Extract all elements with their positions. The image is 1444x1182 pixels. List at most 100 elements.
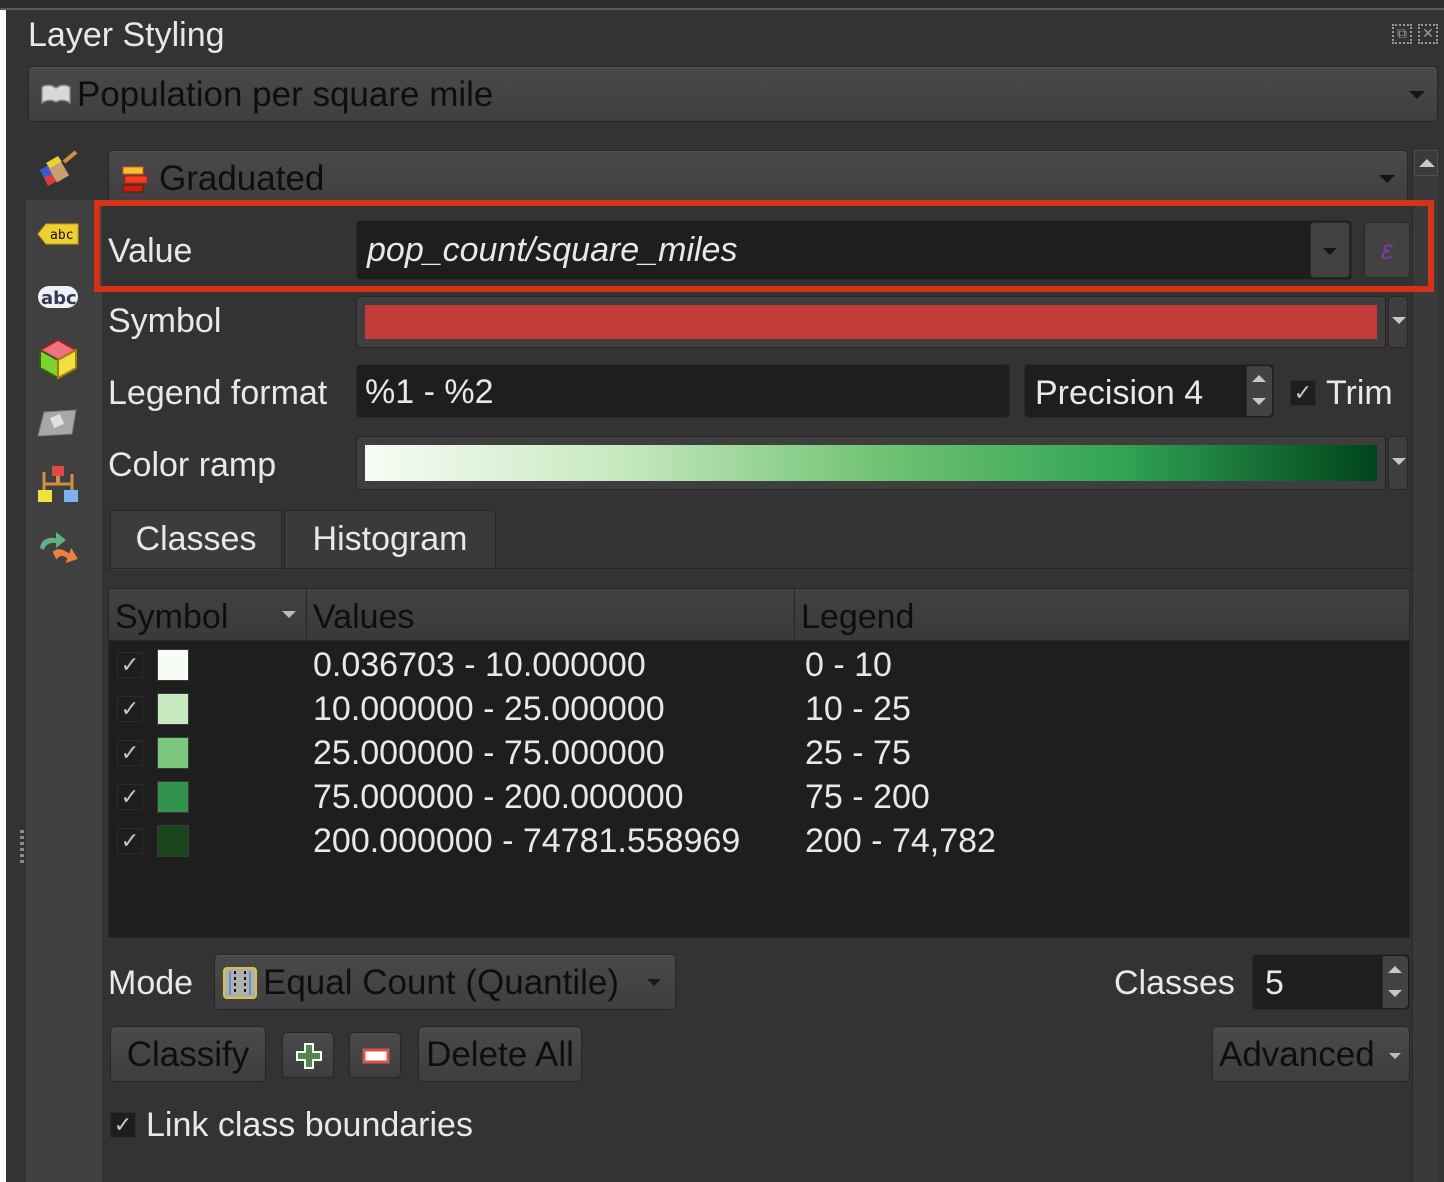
cube-icon[interactable] (36, 336, 80, 380)
delete-all-button[interactable]: Delete All (418, 1026, 582, 1082)
symbol-label: Symbol (108, 302, 222, 340)
table-row[interactable]: ✓ 0.036703 - 10.000000 0 - 10 (109, 643, 1409, 687)
quantile-icon (223, 967, 257, 999)
add-class-button[interactable] (282, 1032, 334, 1078)
legend-format-label: Legend format (108, 374, 328, 412)
classify-button[interactable]: Classify (110, 1026, 266, 1082)
class-symbol-swatch[interactable] (157, 693, 189, 725)
header-symbol-label: Symbol (115, 598, 229, 636)
tab-histogram[interactable]: Histogram (284, 510, 496, 568)
remove-class-button[interactable] (349, 1032, 401, 1078)
class-symbol-swatch[interactable] (157, 781, 189, 813)
class-legend[interactable]: 0 - 10 (805, 643, 892, 687)
polygon-layer-icon (41, 84, 71, 105)
sort-indicator-icon (282, 611, 296, 618)
style-manager-icon[interactable] (36, 462, 80, 506)
table-row[interactable]: ✓ 75.000000 - 200.000000 75 - 200 (109, 775, 1409, 819)
panel-title: Layer Styling (28, 16, 225, 54)
symbol-dropdown[interactable] (1388, 296, 1408, 348)
color-ramp-button[interactable] (356, 436, 1386, 490)
class-visible-checkbox[interactable]: ✓ (117, 828, 143, 854)
layer-selector[interactable]: Population per square mile (28, 66, 1438, 122)
table-header: Symbol Values Legend (109, 589, 1409, 641)
label-callout-icon[interactable]: abc (36, 212, 80, 256)
undo-redo-icon[interactable] (36, 526, 80, 570)
tab-classes[interactable]: Classes (110, 510, 282, 570)
trim-checkbox[interactable]: ✓ (1290, 380, 1316, 406)
table-row[interactable]: ✓ 200.000000 - 74781.558969 200 - 74,782 (109, 819, 1409, 863)
svg-text:abc: abc (41, 288, 77, 309)
mode-label: Mode (108, 964, 194, 1002)
link-boundaries-label: Link class boundaries (146, 1106, 473, 1144)
resize-grip[interactable] (20, 830, 24, 866)
link-boundaries-checkbox[interactable]: ✓ (110, 1112, 136, 1138)
arrow-up-icon (1252, 375, 1266, 382)
graduated-icon (122, 166, 148, 193)
class-visible-checkbox[interactable]: ✓ (117, 652, 143, 678)
symbol-button[interactable] (356, 296, 1386, 348)
paintbrush-icon[interactable] (36, 148, 80, 192)
map-diagram-icon[interactable] (36, 400, 80, 444)
chevron-down-icon (647, 979, 661, 986)
class-values[interactable]: 10.000000 - 25.000000 (313, 687, 665, 731)
layer-name: Population per square mile (77, 75, 494, 114)
arrow-down-icon (1388, 990, 1402, 997)
close-icon[interactable]: ✕ (1418, 24, 1438, 44)
advanced-label: Advanced (1219, 1035, 1375, 1074)
header-symbol[interactable]: Symbol (109, 589, 307, 641)
abc-mask-icon[interactable]: abc (36, 274, 80, 318)
precision-value: Precision 4 (1035, 374, 1204, 412)
classes-table: Symbol Values Legend ✓ 0.036703 - 10.0000… (108, 588, 1410, 938)
symbol-color-preview (365, 305, 1377, 339)
arrow-up-icon (1419, 159, 1435, 167)
header-values[interactable]: Values (307, 589, 795, 641)
classes-stepper[interactable] (1382, 956, 1408, 1008)
class-legend[interactable]: 25 - 75 (805, 731, 911, 775)
class-legend[interactable]: 75 - 200 (805, 775, 930, 819)
vertical-scrollbar[interactable] (1412, 150, 1438, 1182)
class-values[interactable]: 75.000000 - 200.000000 (313, 775, 684, 819)
top-strip (0, 0, 1444, 10)
value-highlight-box (94, 200, 1434, 292)
chevron-down-icon (1409, 91, 1425, 99)
classes-value: 5 (1265, 964, 1284, 1002)
classes-label: Classes (1114, 964, 1235, 1002)
precision-stepper[interactable] (1246, 366, 1272, 416)
class-visible-checkbox[interactable]: ✓ (117, 784, 143, 810)
scroll-up-button[interactable] (1414, 150, 1438, 176)
class-legend[interactable]: 10 - 25 (805, 687, 911, 731)
chevron-down-icon (1392, 317, 1406, 324)
precision-spinbox[interactable]: Precision 4 (1024, 364, 1274, 418)
float-icon[interactable]: ⧉ (1392, 24, 1412, 44)
class-symbol-swatch[interactable] (157, 825, 189, 857)
chevron-down-icon (1389, 1053, 1401, 1059)
table-row[interactable]: ✓ 25.000000 - 75.000000 25 - 75 (109, 731, 1409, 775)
trim-label: Trim (1326, 374, 1393, 412)
class-legend[interactable]: 200 - 74,782 (805, 819, 996, 863)
chevron-down-icon (1379, 175, 1395, 183)
mode-value: Equal Count (Quantile) (263, 963, 620, 1002)
renderer-value: Graduated (159, 159, 325, 198)
advanced-button[interactable]: Advanced (1212, 1026, 1410, 1082)
legend-format-value: %1 - %2 (365, 373, 494, 411)
remove-class-icon (362, 1048, 390, 1064)
arrow-up-icon (1388, 966, 1402, 973)
renderer-selector[interactable]: Graduated (108, 150, 1408, 206)
mode-selector[interactable]: Equal Count (Quantile) (214, 954, 676, 1010)
table-row[interactable]: ✓ 10.000000 - 25.000000 10 - 25 (109, 687, 1409, 731)
legend-format-input[interactable]: %1 - %2 (356, 364, 1010, 418)
class-values[interactable]: 0.036703 - 10.000000 (313, 643, 646, 687)
class-symbol-swatch[interactable] (157, 649, 189, 681)
add-class-icon (296, 1043, 322, 1069)
class-symbol-swatch[interactable] (157, 737, 189, 769)
class-values[interactable]: 200.000000 - 74781.558969 (313, 819, 740, 863)
chevron-down-icon (1392, 458, 1406, 465)
color-ramp-label: Color ramp (108, 446, 277, 484)
class-visible-checkbox[interactable]: ✓ (117, 740, 143, 766)
class-visible-checkbox[interactable]: ✓ (117, 696, 143, 722)
color-ramp-preview (365, 445, 1377, 481)
header-legend[interactable]: Legend (795, 589, 1409, 641)
svg-text:abc: abc (50, 228, 73, 243)
color-ramp-dropdown[interactable] (1388, 436, 1408, 490)
class-values[interactable]: 25.000000 - 75.000000 (313, 731, 665, 775)
